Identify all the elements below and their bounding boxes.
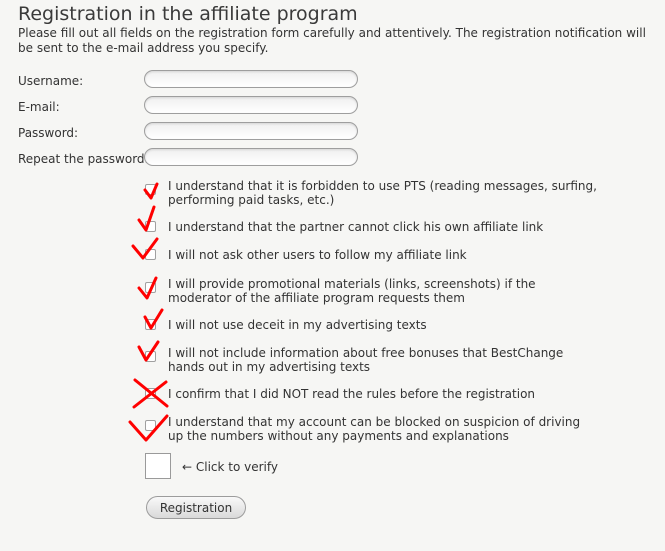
agree-checkbox-no-bonuses[interactable] xyxy=(145,351,156,362)
verify-label: ← Click to verify xyxy=(182,460,279,474)
agree-checkbox-ask-users[interactable] xyxy=(145,249,156,260)
password-label: Password: xyxy=(18,126,79,140)
agree-checkbox-pts[interactable] xyxy=(145,184,156,195)
agree-checkbox-no-deceit[interactable] xyxy=(145,319,156,330)
agree-text-pts: I understand that it is forbidden to use… xyxy=(168,179,597,207)
email-label: E-mail: xyxy=(18,100,60,114)
username-field[interactable] xyxy=(144,70,358,88)
agree-text-ask-users: I will not ask other users to follow my … xyxy=(168,248,467,262)
password-field[interactable] xyxy=(144,122,358,140)
agree-checkbox-account-block[interactable] xyxy=(145,420,156,431)
agree-text-account-block: I understand that my account can be bloc… xyxy=(168,415,581,443)
intro-text: Please fill out all fields on the regist… xyxy=(18,26,646,55)
agree-text-own-link: I understand that the partner cannot cli… xyxy=(168,220,544,234)
username-label: Username: xyxy=(18,74,84,88)
agree-text-no-bonuses: I will not include information about fre… xyxy=(168,346,564,374)
agree-text-no-deceit: I will not use deceit in my advertising … xyxy=(168,318,427,332)
email-field[interactable] xyxy=(144,96,358,114)
verify-checkbox[interactable] xyxy=(145,453,171,479)
agree-text-promo-materials: I will provide promotional materials (li… xyxy=(168,277,536,305)
registration-button[interactable]: Registration xyxy=(146,496,246,519)
agree-checkbox-own-link[interactable] xyxy=(145,221,156,232)
agree-checkbox-did-not-read[interactable] xyxy=(145,388,156,399)
repeat-password-field[interactable] xyxy=(144,148,358,166)
repeat-password-label: Repeat the password: xyxy=(18,152,149,166)
agree-checkbox-promo-materials[interactable] xyxy=(145,282,156,293)
agree-text-did-not-read: I confirm that I did NOT read the rules … xyxy=(168,387,536,401)
page-title: Registration in the affiliate program xyxy=(18,3,358,25)
